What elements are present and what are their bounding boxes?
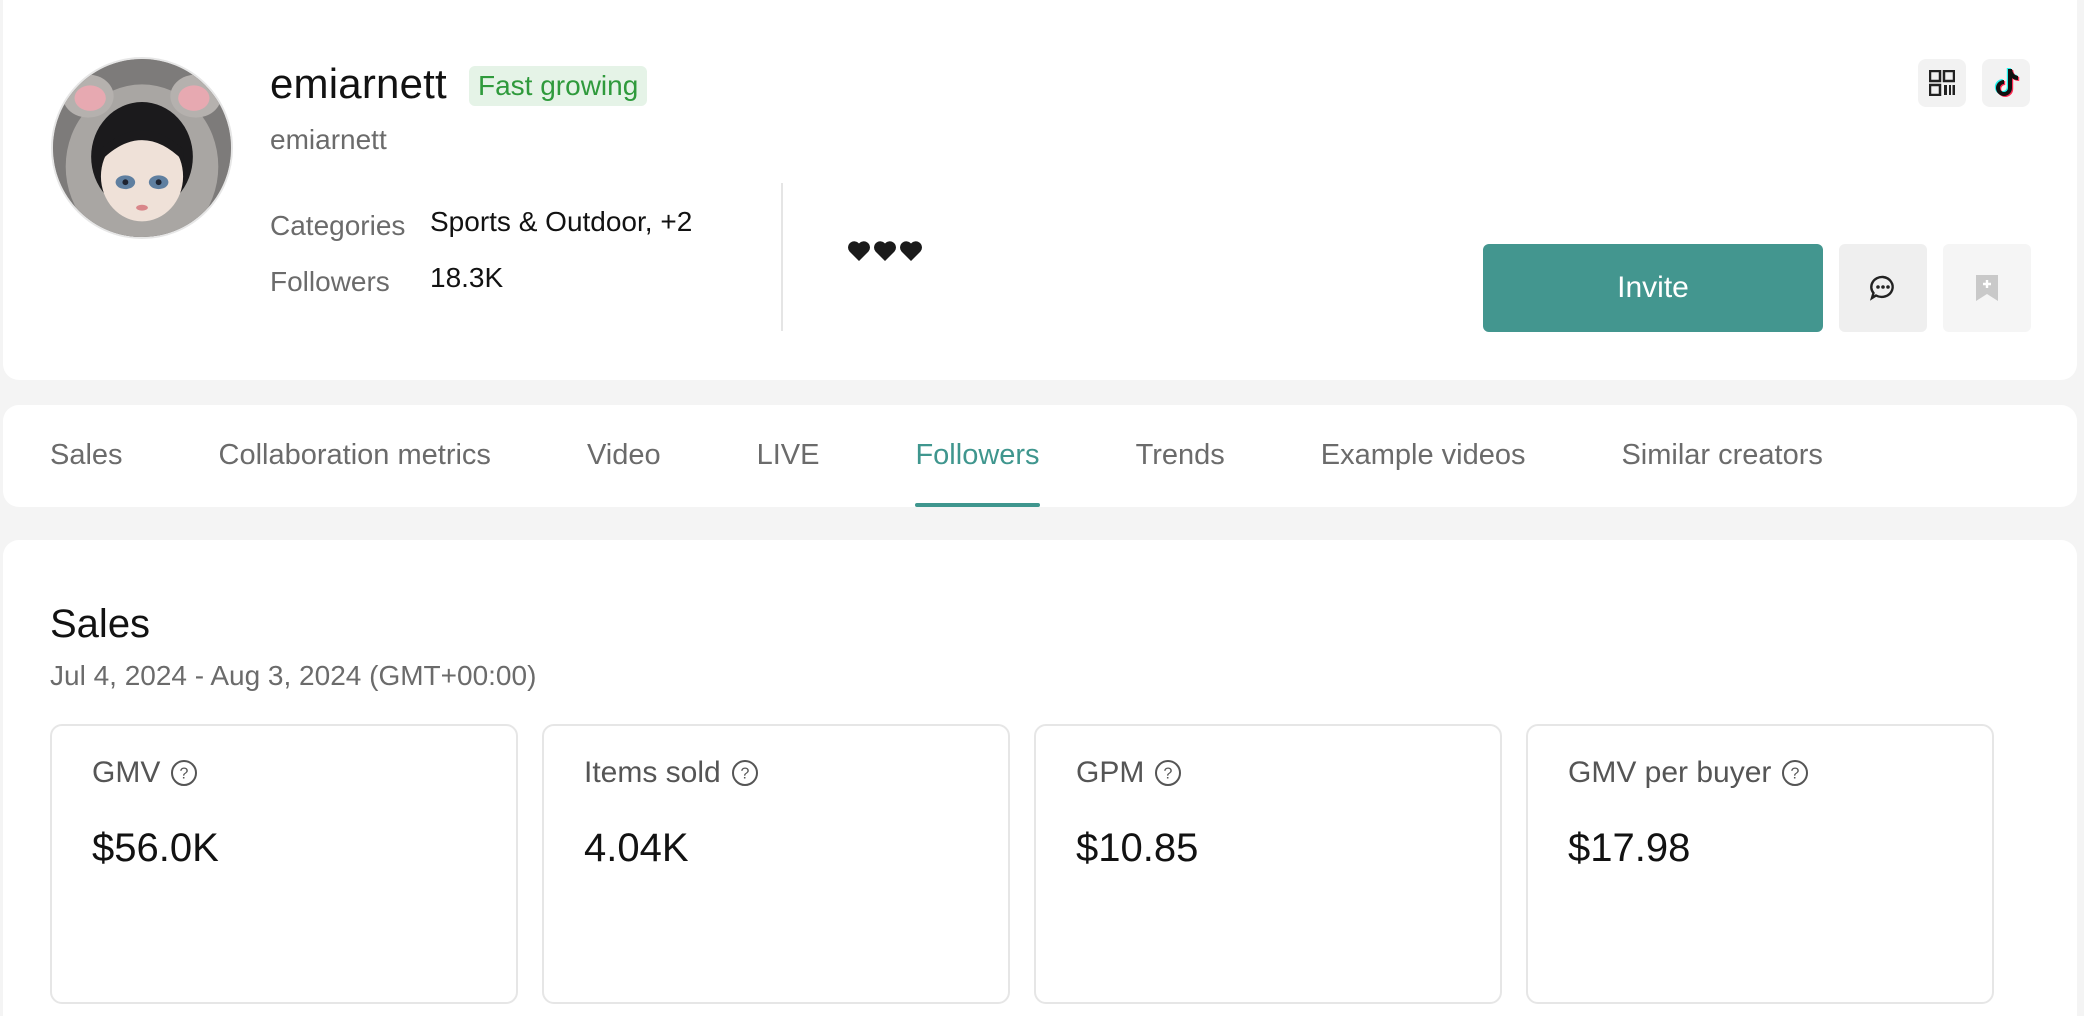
metric-label-text: Items sold: [584, 756, 721, 789]
help-icon[interactable]: ?: [1781, 759, 1809, 787]
tiktok-logo-icon: [1994, 68, 2020, 97]
help-icon[interactable]: ?: [731, 759, 759, 787]
invite-button[interactable]: Invite: [1483, 244, 1823, 332]
fast-growing-badge: Fast growing: [469, 66, 648, 106]
metric-label: GMV per buyer ?: [1568, 756, 1809, 790]
tab-sales[interactable]: Sales: [50, 405, 123, 507]
followers-label: Followers: [270, 266, 390, 297]
black-heart-icon: [848, 241, 870, 261]
metric-label-text: GPM: [1076, 756, 1145, 789]
tiktok-button[interactable]: [1982, 59, 2030, 107]
metric-label: GPM ?: [1076, 756, 1182, 790]
chat-bubble-icon: [1869, 275, 1894, 301]
tab-live[interactable]: LIVE: [757, 405, 820, 507]
tab-bar: Sales Collaboration metrics Video LIVE F…: [3, 405, 2077, 507]
tab-collaboration-metrics[interactable]: Collaboration metrics: [219, 405, 491, 507]
metric-card-gpm: GPM ? $10.85: [1034, 724, 1502, 1004]
metric-value: $56.0K: [92, 826, 219, 870]
svg-text:?: ?: [180, 766, 189, 783]
creator-profile-card: emiarnett Fast growing emiarnett Categor…: [3, 0, 2077, 380]
metric-card-gmv-per-buyer: GMV per buyer ? $17.98: [1526, 724, 1994, 1004]
black-heart-icon: [900, 241, 922, 261]
tab-trends[interactable]: Trends: [1136, 405, 1225, 507]
save-creator-button[interactable]: [1943, 244, 2031, 332]
categories-value[interactable]: Sports & Outdoor, +2: [430, 206, 692, 238]
help-icon[interactable]: ?: [170, 759, 198, 787]
metric-label-text: GMV per buyer: [1568, 756, 1772, 789]
metric-label-text: GMV: [92, 756, 161, 789]
metric-card-gmv: GMV ? $56.0K: [50, 724, 518, 1004]
date-range: Jul 4, 2024 - Aug 3, 2024 (GMT+00:00): [50, 660, 537, 691]
categories-label: Categories: [270, 210, 406, 241]
metric-value: 4.04K: [584, 826, 689, 870]
creator-name: emiarnett: [270, 60, 447, 107]
svg-text:?: ?: [1791, 766, 1800, 783]
creator-handle: emiarnett: [270, 124, 387, 155]
help-icon[interactable]: ?: [1154, 759, 1182, 787]
qr-code-icon: [1929, 70, 1955, 96]
followers-value: 18.3K: [430, 262, 504, 293]
vertical-divider: [781, 183, 783, 331]
svg-text:?: ?: [740, 766, 749, 783]
sales-section: Sales Jul 4, 2024 - Aug 3, 2024 (GMT+00:…: [3, 540, 2077, 1016]
section-title: Sales: [50, 602, 151, 646]
tab-followers[interactable]: Followers: [915, 405, 1040, 507]
metric-value: $17.98: [1568, 826, 1691, 870]
avatar-image: [53, 59, 231, 237]
metric-value: $10.85: [1076, 826, 1199, 870]
bookmark-add-icon: [1976, 275, 1998, 301]
black-heart-icon: [874, 241, 896, 261]
tab-video[interactable]: Video: [587, 405, 661, 507]
svg-text:?: ?: [1164, 766, 1173, 783]
qr-code-button[interactable]: [1918, 59, 1966, 107]
message-button[interactable]: [1839, 244, 1927, 332]
metric-label: Items sold ?: [584, 756, 759, 790]
metric-label: GMV ?: [92, 756, 198, 790]
tab-similar-creators[interactable]: Similar creators: [1621, 405, 1822, 507]
metric-card-items-sold: Items sold ? 4.04K: [542, 724, 1010, 1004]
avatar[interactable]: [51, 57, 233, 239]
tab-example-videos[interactable]: Example videos: [1321, 405, 1526, 507]
hearts-rating: [847, 240, 923, 262]
